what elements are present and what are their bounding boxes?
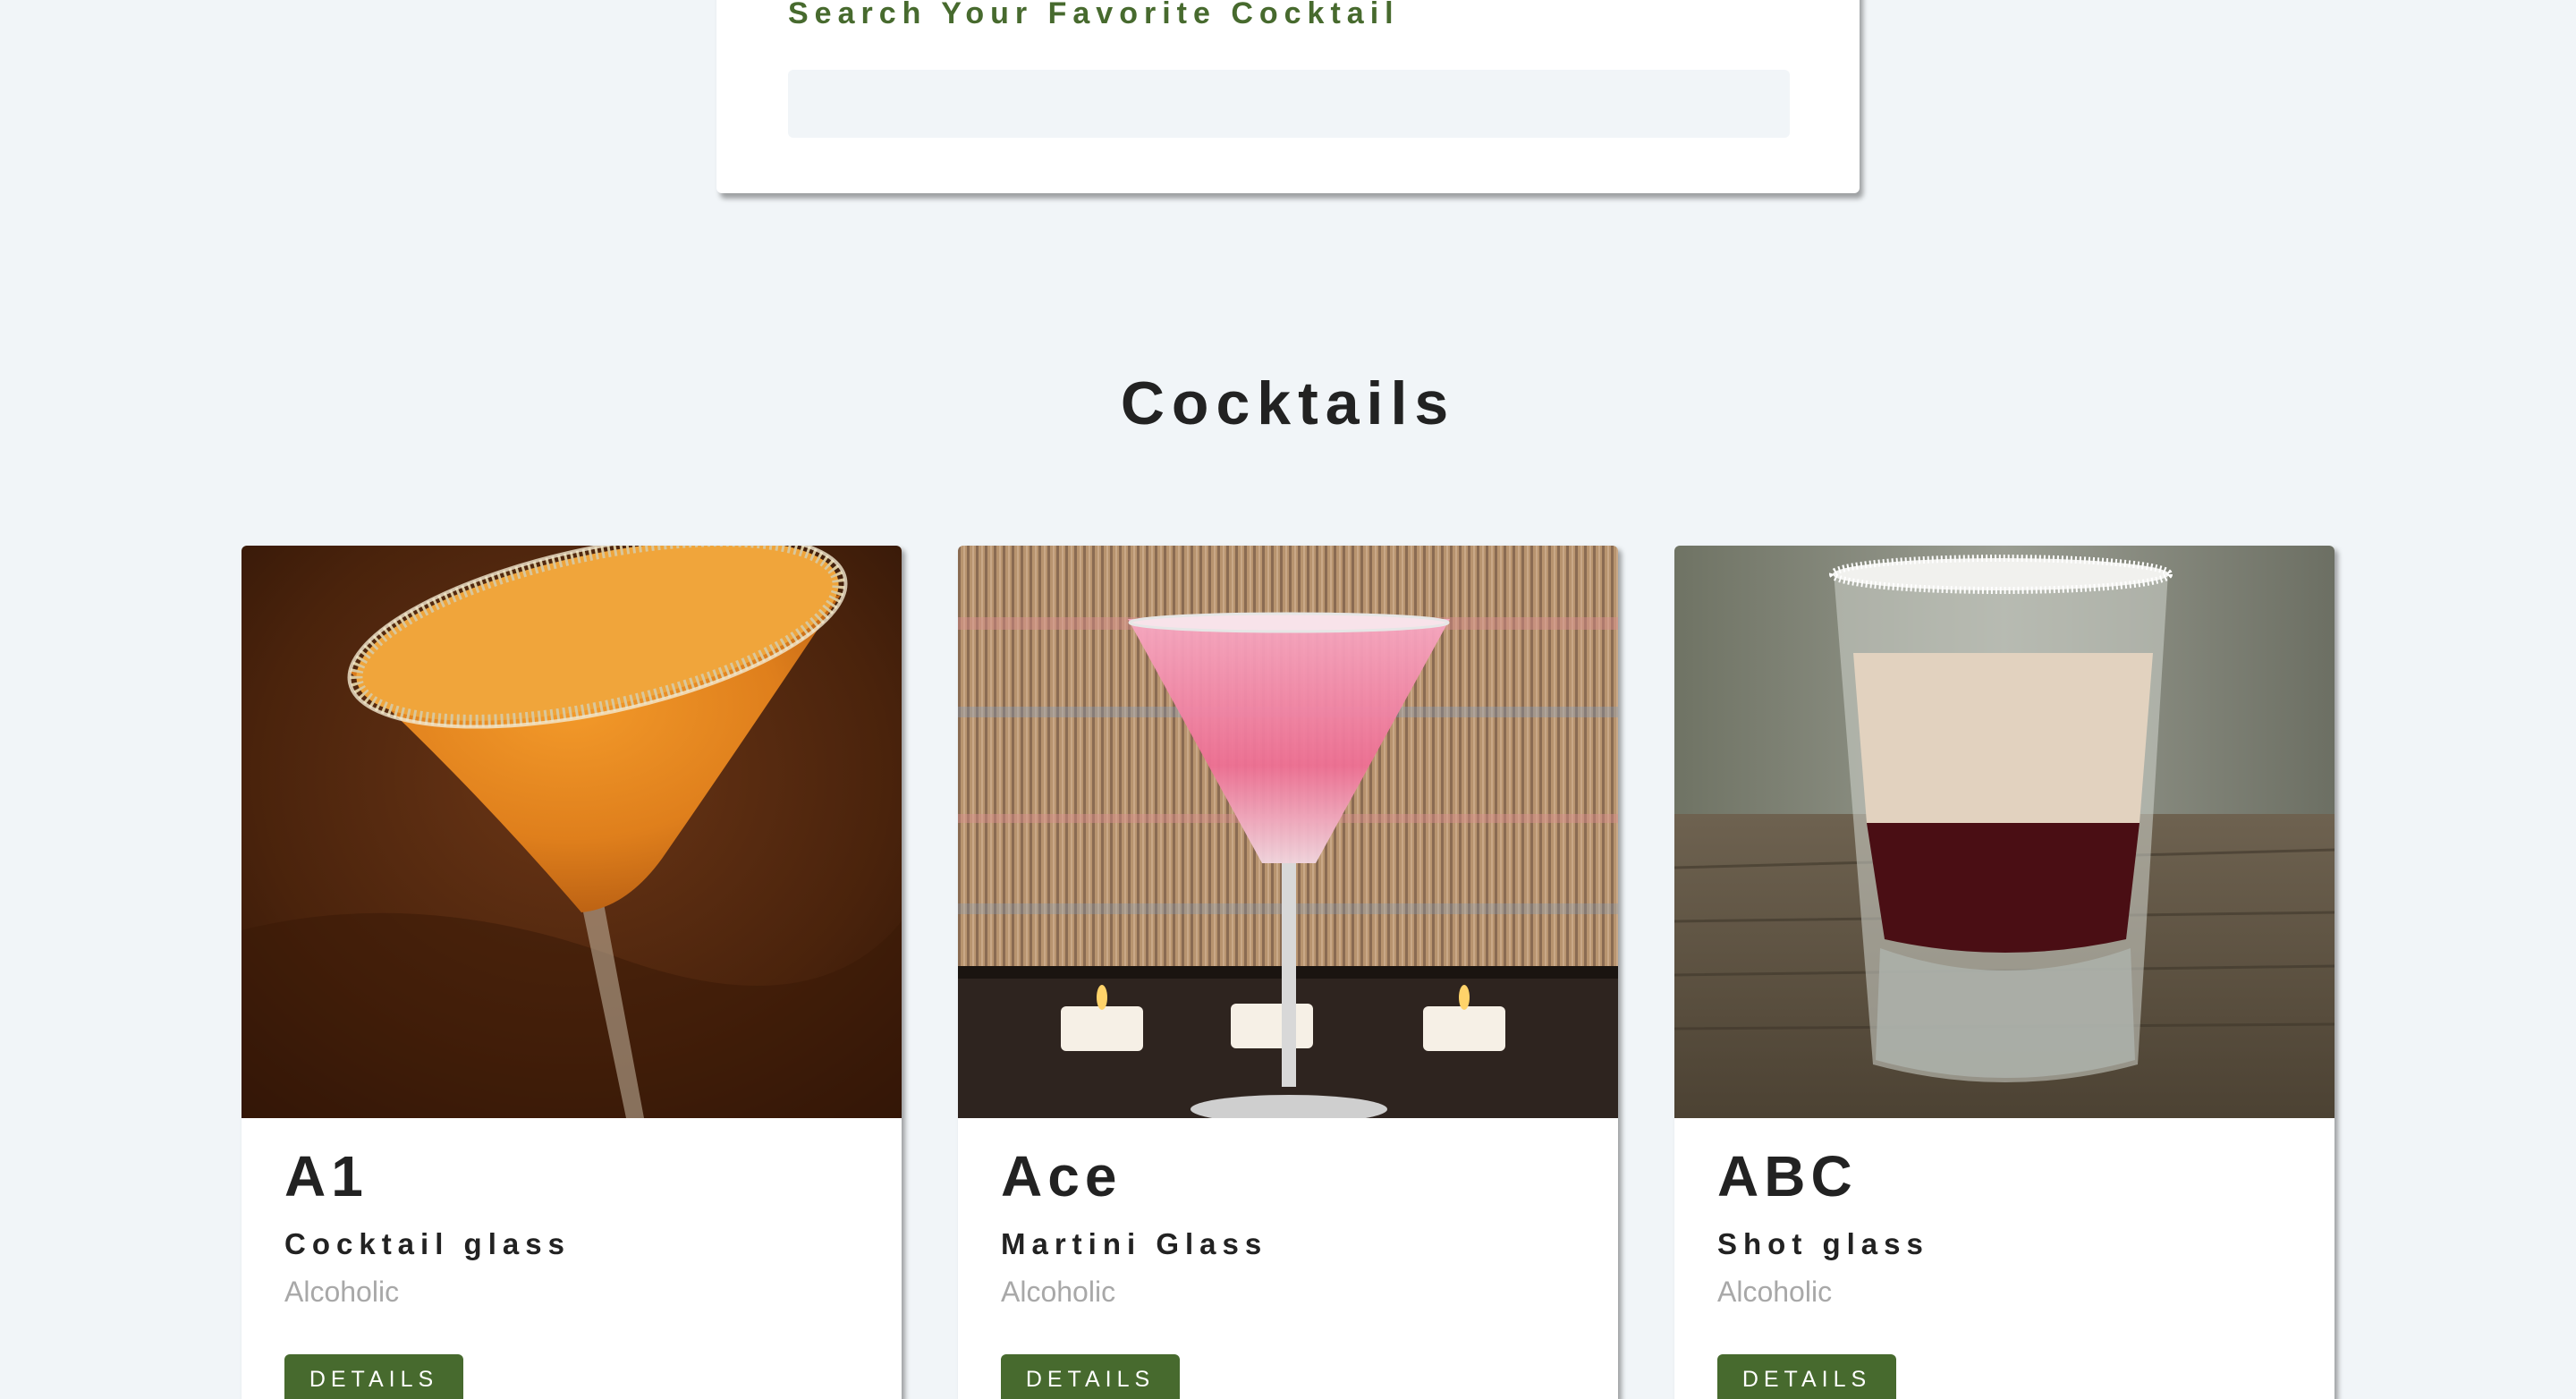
cocktail-name: ABC — [1717, 1144, 1858, 1208]
cocktail-name: Ace — [1001, 1144, 1123, 1208]
cocktail-card: ABC Shot glass Alcoholic DETAILS — [1674, 546, 2334, 1399]
details-button[interactable]: DETAILS — [1717, 1354, 1896, 1399]
section-title: Cocktails — [1120, 369, 1456, 437]
cocktail-type: Alcoholic — [1001, 1276, 1116, 1308]
cocktail-glass: Martini Glass — [1001, 1227, 1268, 1260]
cocktail-info: Ace Martini Glass Alcoholic DETAILS — [1001, 546, 1582, 1399]
cocktail-card: Ace Martini Glass Alcoholic DETAILS — [958, 546, 1618, 1399]
cocktail-type: Alcoholic — [284, 1276, 400, 1308]
details-button[interactable]: DETAILS — [284, 1354, 463, 1399]
search-form: Search Your Favorite Cocktail — [716, 0, 1860, 193]
cocktail-name: A1 — [284, 1144, 369, 1208]
cocktail-glass: Cocktail glass — [284, 1227, 571, 1260]
search-input[interactable] — [788, 70, 1790, 138]
cocktail-card: A1 Cocktail glass Alcoholic DETAILS — [242, 546, 902, 1399]
cocktail-type: Alcoholic — [1717, 1276, 1833, 1308]
cocktail-info: A1 Cocktail glass Alcoholic DETAILS — [284, 546, 866, 1399]
cocktail-glass: Shot glass — [1717, 1227, 1929, 1260]
page: Search Your Favorite Cocktail Cocktails — [0, 0, 2576, 1399]
cocktail-info: ABC Shot glass Alcoholic DETAILS — [1717, 546, 2299, 1399]
details-button[interactable]: DETAILS — [1001, 1354, 1180, 1399]
search-label: Search Your Favorite Cocktail — [788, 0, 1400, 30]
